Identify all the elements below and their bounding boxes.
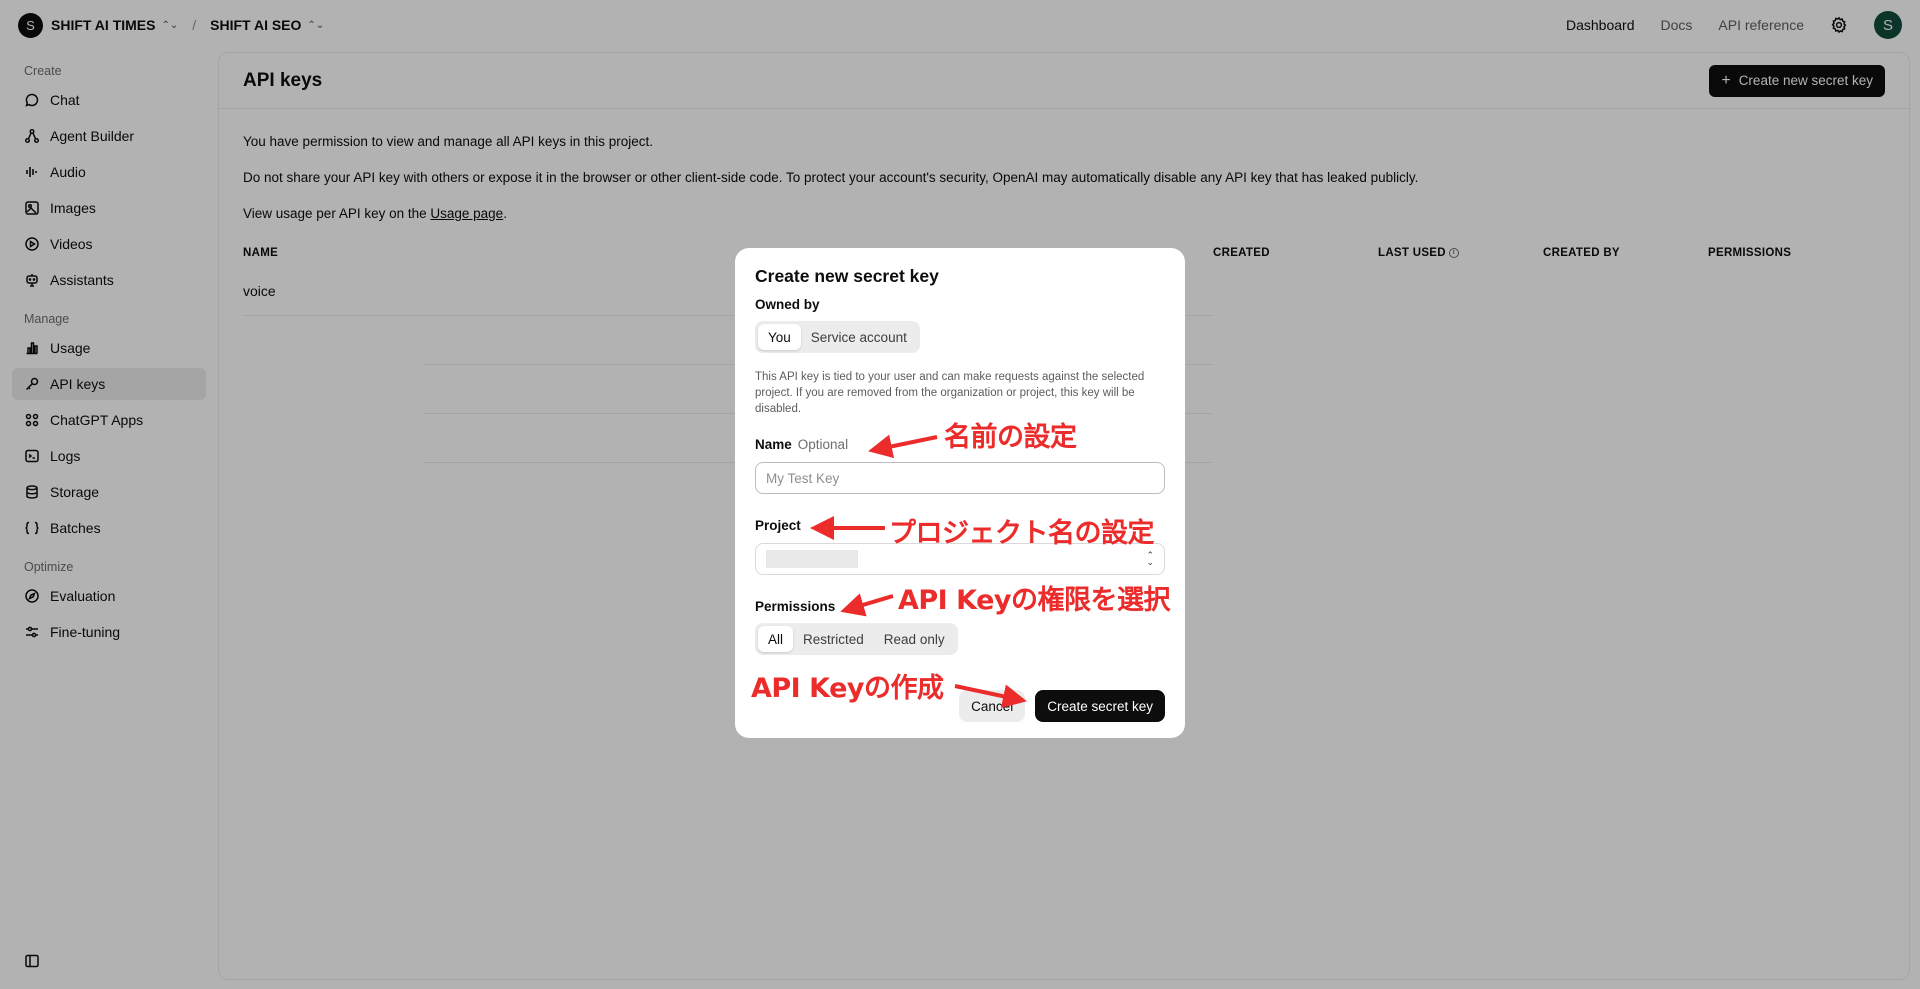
annotation-project: プロジェクト名の設定 — [889, 518, 1155, 549]
owner-option-service-account[interactable]: Service account — [801, 324, 917, 350]
ownership-note: This API key is tied to your user and ca… — [755, 371, 1145, 415]
create-secret-key-dialog: Create new secret key Owned by You Servi… — [735, 248, 1185, 738]
owned-by-label: Owned by — [755, 297, 820, 312]
dialog-actions: Cancel Create secret key — [959, 690, 1165, 722]
annotation-name: 名前の設定 — [944, 422, 1077, 453]
permission-option-restricted[interactable]: Restricted — [793, 626, 874, 652]
permissions-toggle: All Restricted Read only — [755, 623, 958, 655]
owner-toggle: You Service account — [755, 321, 920, 353]
name-label-text: Name — [755, 437, 792, 452]
chevron-updown-icon: ⌃⌄ — [1146, 550, 1154, 567]
annotation-permissions: API Keyの権限を選択 — [898, 585, 1171, 616]
owner-option-you[interactable]: You — [758, 324, 801, 350]
cancel-button[interactable]: Cancel — [959, 690, 1026, 722]
permission-option-read-only[interactable]: Read only — [874, 626, 955, 652]
redacted-project-name — [766, 550, 858, 568]
permission-option-all[interactable]: All — [758, 626, 794, 652]
create-secret-key-button[interactable]: Create secret key — [1035, 690, 1165, 722]
dialog-title: Create new secret key — [755, 266, 939, 286]
optional-hint: Optional — [797, 437, 849, 452]
key-name-input[interactable]: My Test Key — [755, 462, 1165, 494]
annotation-create: API Keyの作成 — [751, 673, 944, 704]
